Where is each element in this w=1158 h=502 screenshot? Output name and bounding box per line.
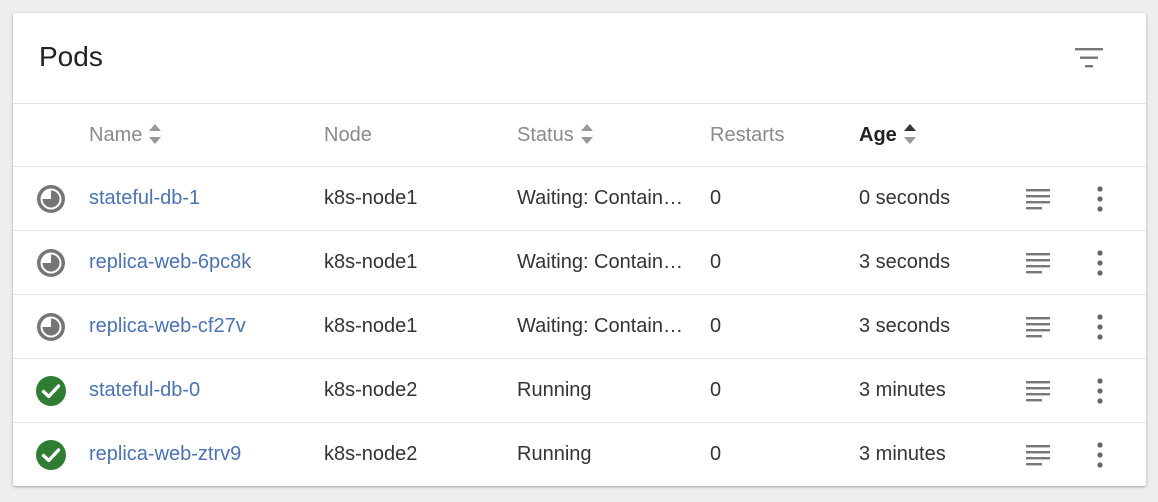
more-actions-button[interactable]	[1090, 440, 1110, 470]
sort-icon	[149, 123, 162, 144]
pods-card: Pods Name Node Status Restarts Age state…	[13, 13, 1146, 486]
pod-node: k8s-node1	[324, 187, 418, 209]
pod-age: 3 seconds	[859, 315, 951, 337]
more-vertical-icon	[1097, 250, 1103, 276]
column-header-restarts: Restarts	[710, 124, 785, 146]
pending-icon	[37, 185, 65, 213]
pending-icon	[37, 313, 65, 341]
pod-restarts: 0	[710, 315, 722, 337]
logs-icon	[1026, 253, 1050, 274]
sort-icon	[580, 123, 593, 144]
pod-age: 0 seconds	[859, 187, 951, 209]
pending-icon	[37, 249, 65, 277]
pod-age: 3 seconds	[859, 251, 951, 273]
column-header-node: Node	[324, 124, 372, 146]
filter-button[interactable]	[1073, 45, 1105, 71]
pod-node: k8s-node2	[324, 443, 418, 465]
column-header-name[interactable]: Name	[89, 104, 162, 166]
pod-node: k8s-node2	[324, 379, 418, 401]
pod-restarts: 0	[710, 443, 722, 465]
pod-status: Waiting: ContainerCreating	[517, 187, 683, 209]
pod-name-link[interactable]: replica-web-6pc8k	[89, 231, 251, 294]
pod-name-link[interactable]: replica-web-cf27v	[89, 295, 246, 358]
more-actions-button[interactable]	[1090, 184, 1110, 214]
table-row: stateful-db-0 k8s-node2 Running 0 3 minutes	[13, 359, 1146, 423]
check-circle-icon	[36, 376, 66, 406]
pod-node: k8s-node1	[324, 251, 418, 273]
logs-button[interactable]	[1024, 442, 1052, 468]
pod-status: Waiting: ContainerCreating	[517, 251, 683, 273]
pod-name-link[interactable]: replica-web-ztrv9	[89, 423, 241, 486]
table-row: stateful-db-1 k8s-node1 Waiting: Container…	[13, 167, 1146, 231]
more-actions-button[interactable]	[1090, 312, 1110, 342]
pod-name-link[interactable]: stateful-db-0	[89, 359, 200, 422]
column-header-status[interactable]: Status	[517, 104, 594, 166]
pod-age: 3 minutes	[859, 443, 946, 465]
more-vertical-icon	[1097, 186, 1103, 212]
logs-icon	[1026, 189, 1050, 210]
logs-button[interactable]	[1024, 314, 1052, 340]
card-title: Pods	[39, 41, 103, 72]
pod-restarts: 0	[710, 251, 722, 273]
logs-button[interactable]	[1024, 250, 1052, 276]
logs-icon	[1026, 317, 1050, 338]
more-vertical-icon	[1097, 442, 1103, 468]
logs-button[interactable]	[1024, 378, 1052, 404]
more-vertical-icon	[1097, 314, 1103, 340]
sort-ascending-icon	[903, 123, 916, 144]
pod-name-link[interactable]: stateful-db-1	[89, 167, 200, 230]
pod-status: Waiting: ContainerCreating	[517, 315, 683, 337]
pod-status: Running	[517, 443, 592, 465]
table-row: replica-web-6pc8k k8s-node1 Waiting: Conta…	[13, 231, 1146, 295]
check-circle-icon	[36, 440, 66, 470]
pod-status: Running	[517, 379, 592, 401]
more-actions-button[interactable]	[1090, 376, 1110, 406]
pod-age: 3 minutes	[859, 379, 946, 401]
pod-node: k8s-node1	[324, 315, 418, 337]
logs-icon	[1026, 445, 1050, 466]
pod-restarts: 0	[710, 187, 722, 209]
logs-button[interactable]	[1024, 186, 1052, 212]
column-header-age[interactable]: Age	[859, 104, 917, 166]
card-header: Pods	[13, 13, 1146, 104]
more-vertical-icon	[1097, 378, 1103, 404]
pod-restarts: 0	[710, 379, 722, 401]
more-actions-button[interactable]	[1090, 248, 1110, 278]
filter-icon	[1075, 48, 1103, 68]
table-row: replica-web-cf27v k8s-node1 Waiting: Conta…	[13, 295, 1146, 359]
logs-icon	[1026, 381, 1050, 402]
table-row: replica-web-ztrv9 k8s-node2 Running 0 3 minu…	[13, 423, 1146, 486]
table-header: Name Node Status Restarts Age	[13, 104, 1146, 167]
